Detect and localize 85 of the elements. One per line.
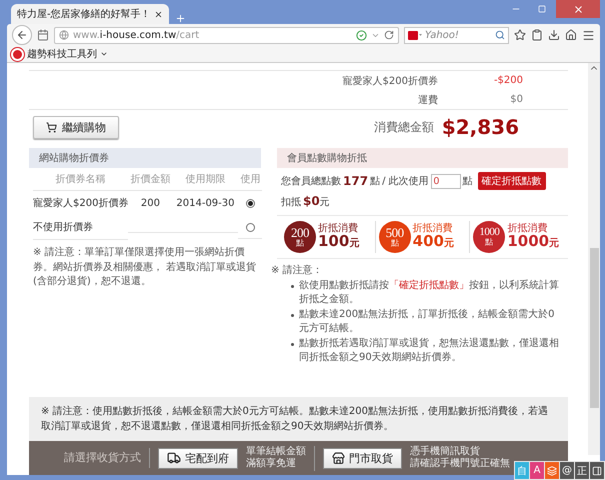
bullet-dot <box>291 314 294 317</box>
delivery-info: 單筆結帳金額 滿額享免運 <box>246 446 315 470</box>
summary-amount: $0 <box>509 94 523 105</box>
radio-button[interactable] <box>246 222 255 232</box>
radio-button[interactable] <box>246 198 255 208</box>
tier-value: 400元 <box>412 234 454 250</box>
home-icon[interactable] <box>565 29 577 41</box>
deduct-value: $0元 <box>303 194 330 209</box>
caret-icon[interactable] <box>100 50 108 58</box>
back-arrow-icon <box>16 29 28 41</box>
points-label: 您會員總點數 <box>281 174 341 188</box>
globe-icon <box>59 30 69 40</box>
points-input[interactable]: 0 <box>430 174 461 188</box>
total-label: 消費總金額 <box>374 118 434 136</box>
url-text: www.i-house.com.tw/cart <box>73 30 200 40</box>
ime-button[interactable]: @ <box>560 462 574 479</box>
unit-label: 點 <box>370 175 380 188</box>
points-note: ※ 請注意：使用點數折抵後，結帳金額需大於0元方可結帳。點數未達200點無法折抵，使用點數折抵消費後，若遇取消訂單或退貨，恕不退還點數，僅退還相同折抵金額之90天效期網站折價券。 <box>29 397 568 441</box>
delivery-button[interactable]: 門市取貨 <box>323 448 402 468</box>
close-button[interactable] <box>556 0 600 18</box>
new-tab-icon[interactable] <box>175 13 186 24</box>
use-label: / 此次使用 <box>382 174 429 188</box>
note-text: 點數未達200點無法折抵，訂單折抵後，結帳金額需大於0元方可結帳。 <box>299 308 556 335</box>
scroll-thumb[interactable] <box>590 248 598 408</box>
points-badge: 200 點 <box>284 221 316 253</box>
tier-caption: 折抵消費 <box>318 224 359 234</box>
search-field[interactable]: Yahoo! <box>404 26 509 44</box>
ime-button[interactable]: A <box>530 462 544 479</box>
note-text: 點數折抵若遇取消訂單或退貨，恕無法退還點數，僅退還相同折抵金額之90天效期網站折價券。 <box>299 337 560 364</box>
points-badge: 1000 點 <box>473 221 506 253</box>
column-header: 使用期限 <box>172 168 238 191</box>
bullet-dot <box>291 343 294 346</box>
summary-label: 寵愛家人$200折價券 <box>342 74 438 88</box>
summary-label: 運費 <box>418 94 438 106</box>
logo-icon <box>408 30 422 40</box>
column-header: 折價金額 <box>128 168 172 191</box>
tier-value: 1000元 <box>507 234 560 250</box>
search-icon[interactable] <box>495 30 505 40</box>
clipboard-icon[interactable] <box>531 29 543 41</box>
column-header: 使用 <box>238 168 262 191</box>
maximize-icon <box>538 5 546 13</box>
table-cell-text: 2014-09-30 <box>175 196 236 210</box>
browser-tab[interactable]: 特力屋-您居家修繕的好幫手！ <box>11 4 169 24</box>
column-header: 折價券名稱 <box>33 168 128 191</box>
coupon-note: ※ 請注意：單筆訂單僅限選擇使用一張網站折價券。網站折價券及相關優惠， 若遇取消訂單或退貨(含部分退貨)，恕不退還。 <box>33 246 257 289</box>
total-amount: $2,836 <box>442 115 519 139</box>
reload-icon[interactable] <box>384 30 394 40</box>
confirm-points-button[interactable]: 確定折抵點數 <box>478 172 546 190</box>
tier-caption: 折抵消費 <box>507 224 548 234</box>
back-button[interactable] <box>12 25 32 45</box>
toolbar-label[interactable]: 趨勢科技工具列 <box>27 47 97 61</box>
table-cell-text: 200 <box>140 196 161 210</box>
tier-caption: 折抵消費 <box>412 224 454 234</box>
unit-label: 點 <box>462 175 473 188</box>
ime-button[interactable] <box>590 462 604 479</box>
download-icon[interactable] <box>548 29 560 41</box>
ime-button[interactable]: 正 <box>575 462 589 479</box>
notes-title: ※ 請注意： <box>271 264 324 277</box>
panel-header: 會員點數購物折抵 <box>277 148 568 168</box>
panel-header: 網站購物折價券 <box>29 148 261 168</box>
ime-button[interactable] <box>545 462 559 479</box>
check-icon <box>356 30 367 40</box>
close-icon <box>572 4 584 14</box>
address-bar[interactable]: www.i-house.com.tw/cart <box>54 26 399 44</box>
close-tab-icon[interactable] <box>154 10 163 18</box>
calendar-icon[interactable] <box>37 29 49 41</box>
points-total: 177 <box>343 174 368 188</box>
menu-icon[interactable] <box>582 28 595 42</box>
continue-shopping-button[interactable]: 繼續購物 <box>33 116 119 138</box>
note-text: 欲使用點數折抵請按「確定折抵點數」按鈕，以利系統計算折抵之金額。 <box>299 279 560 306</box>
cart-icon <box>46 122 57 132</box>
table-cell-text: 寵愛家人$200折價券 <box>33 196 128 211</box>
scrollbar[interactable] <box>588 63 600 455</box>
bullet-dot <box>291 285 294 288</box>
table-cell: 不使用折價券 <box>33 215 128 240</box>
star-icon[interactable] <box>514 29 526 41</box>
summary-amount: -$200 <box>492 75 523 86</box>
points-badge: 500 點 <box>378 221 411 253</box>
deduct-label: 扣抵 <box>281 196 301 208</box>
tier-value: 100元 <box>318 234 360 250</box>
delivery-label: 請選擇收貨方式 <box>64 448 150 468</box>
delivery-info: 憑手機簡訊取貨 請確認手機門號正確無 <box>410 446 510 470</box>
truck-icon <box>167 451 181 465</box>
delivery-button[interactable]: 宅配到府 <box>158 448 238 468</box>
store-icon <box>332 452 345 464</box>
